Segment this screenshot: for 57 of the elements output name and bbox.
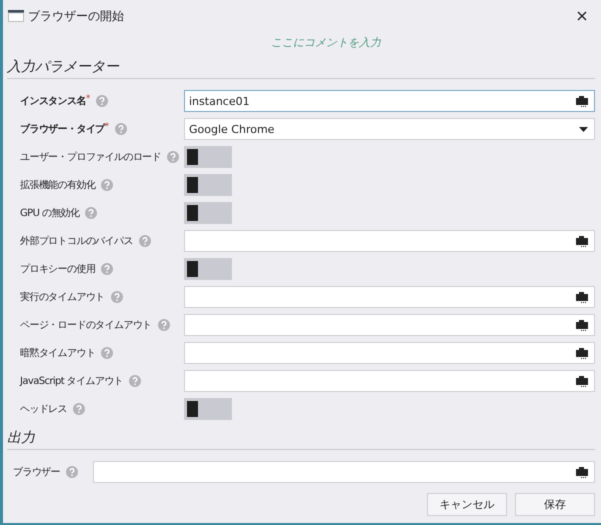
help-icon[interactable] — [85, 207, 98, 219]
required-mark: * — [86, 94, 90, 104]
field-label: インスタンス名 — [20, 94, 86, 108]
input-field[interactable]: instance01 — [184, 90, 595, 112]
dialog-button[interactable]: 保存 — [515, 493, 595, 516]
field-label: ページ・ロードのタイムアウト — [20, 319, 152, 332]
folder-icon[interactable] — [576, 96, 588, 106]
folder-icon[interactable] — [576, 466, 588, 478]
toggle-switch[interactable] — [184, 258, 232, 280]
toggle-switch[interactable] — [184, 202, 232, 224]
field-label: プロキシーの使用 — [20, 262, 96, 276]
field-label: ヘッドレス — [20, 403, 68, 416]
comment-field[interactable]: ここにコメントを入力 — [226, 32, 426, 52]
toggle-switch[interactable] — [184, 398, 232, 420]
help-icon[interactable] — [66, 466, 78, 478]
field-label: JavaScript タイムアウト — [20, 375, 124, 388]
input-field[interactable] — [184, 230, 595, 252]
folder-icon[interactable] — [576, 320, 588, 330]
field-label: 暗黙タイムアウト — [20, 346, 96, 360]
required-mark: * — [104, 122, 110, 132]
help-icon[interactable] — [96, 95, 108, 107]
help-icon[interactable] — [110, 291, 123, 303]
window-title: ブラウザーの開始 — [28, 8, 124, 24]
toggle-switch[interactable] — [184, 174, 232, 196]
field-label: 拡張機能の有効化 — [20, 178, 96, 192]
help-icon[interactable] — [73, 403, 86, 415]
input-field[interactable] — [184, 286, 595, 308]
section-heading: 出力 — [7, 429, 36, 447]
field-label: 実行のタイムアウト — [20, 290, 105, 304]
dropdown[interactable]: Google Chrome — [184, 118, 595, 140]
close-icon[interactable] — [577, 11, 587, 21]
help-icon[interactable] — [167, 151, 180, 163]
window-icon — [8, 10, 24, 22]
field-label: ユーザー・プロファイルのロード — [20, 150, 162, 164]
section-heading: 入力パラメーター — [7, 58, 120, 76]
input-field[interactable] — [184, 314, 595, 336]
input-field[interactable] — [184, 342, 595, 364]
folder-icon[interactable] — [576, 348, 588, 358]
dialog-button[interactable]: キャンセル — [427, 493, 507, 516]
help-icon[interactable] — [101, 179, 114, 191]
input-field[interactable] — [93, 461, 595, 483]
toggle-switch[interactable] — [184, 146, 232, 168]
help-icon[interactable] — [115, 123, 128, 135]
help-icon[interactable] — [101, 263, 114, 275]
help-icon[interactable] — [101, 347, 114, 359]
help-icon[interactable] — [138, 235, 151, 247]
caret-icon — [579, 126, 588, 132]
field-label: GPU の無効化 — [20, 206, 80, 220]
field-label: 外部プロトコルのバイパス — [20, 234, 133, 248]
help-icon[interactable] — [129, 375, 142, 387]
input-field[interactable] — [184, 370, 595, 392]
folder-icon[interactable] — [576, 292, 588, 302]
field-label: ブラウザー — [13, 466, 60, 479]
help-icon[interactable] — [158, 319, 170, 331]
folder-icon[interactable] — [576, 376, 588, 386]
folder-icon[interactable] — [576, 236, 588, 246]
field-label: ブラウザー・タイプ — [20, 123, 105, 136]
